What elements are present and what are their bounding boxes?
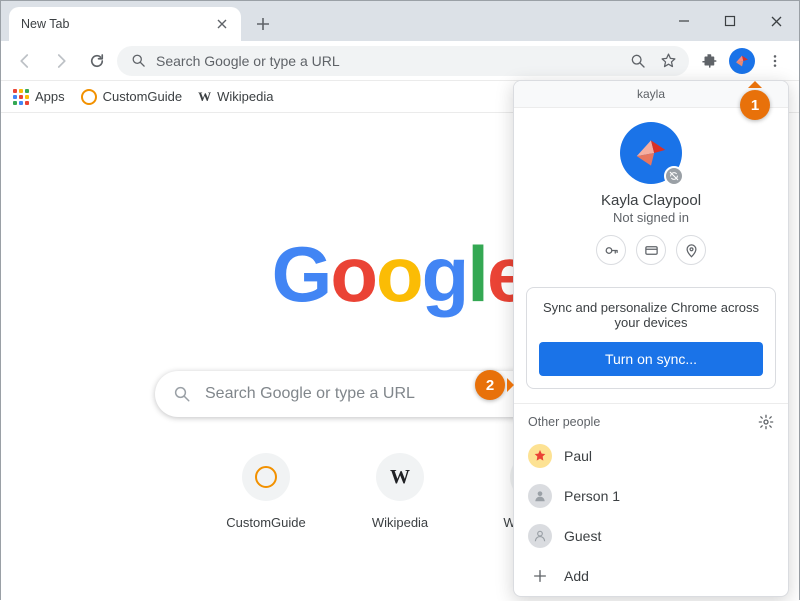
tab-strip: New Tab (1, 1, 799, 41)
close-tab-icon[interactable] (215, 17, 229, 31)
customguide-icon (242, 453, 290, 501)
shortcut-customguide[interactable]: CustomGuide (218, 453, 314, 530)
callout-step-1: 1 (740, 90, 770, 120)
new-tab-button[interactable] (249, 10, 277, 38)
profile-popover: kayla Kayla Claypool Not signed in Sync … (513, 80, 789, 597)
profile-button[interactable] (729, 48, 755, 74)
bookmark-label: CustomGuide (103, 89, 182, 104)
profile-item-label: Add (564, 568, 589, 584)
sync-message: Sync and personalize Chrome across your … (539, 300, 763, 330)
address-bar-placeholder: Search Google or type a URL (156, 53, 340, 69)
maximize-button[interactable] (707, 4, 753, 38)
bookmark-label: Wikipedia (217, 89, 273, 104)
avatar-icon (528, 444, 552, 468)
profile-avatar (620, 122, 682, 184)
bookmark-star-icon[interactable] (655, 48, 681, 74)
reload-button[interactable] (81, 45, 113, 77)
tab-active[interactable]: New Tab (9, 7, 241, 41)
search-icon (173, 385, 191, 403)
profile-name: Kayla Claypool (530, 192, 772, 209)
profile-item-guest[interactable]: Guest (514, 516, 788, 556)
ntp-search-placeholder: Search Google or type a URL (205, 385, 415, 403)
manage-people-gear-icon[interactable] (758, 414, 774, 430)
other-people-header: Other people (528, 415, 600, 429)
payments-icon[interactable] (636, 235, 666, 265)
bookmark-customguide[interactable]: CustomGuide (81, 89, 182, 105)
apps-shortcut[interactable]: Apps (13, 89, 65, 105)
zoom-icon[interactable] (625, 48, 651, 74)
plus-icon (528, 564, 552, 588)
profile-item-paul[interactable]: Paul (514, 436, 788, 476)
profile-item-person1[interactable]: Person 1 (514, 476, 788, 516)
profile-item-add[interactable]: Add (514, 556, 788, 596)
sync-off-badge-icon (664, 166, 684, 186)
window-controls (661, 1, 799, 41)
sync-card: Sync and personalize Chrome across your … (526, 287, 776, 389)
forward-button[interactable] (45, 45, 77, 77)
apps-grid-icon (13, 89, 29, 105)
menu-button[interactable] (759, 45, 791, 77)
profile-item-label: Guest (564, 528, 601, 544)
addresses-icon[interactable] (676, 235, 706, 265)
origami-bird-icon (734, 53, 750, 69)
bookmark-wikipedia[interactable]: W Wikipedia (198, 89, 273, 105)
profile-item-label: Paul (564, 448, 592, 464)
tab-title: New Tab (21, 17, 69, 31)
back-button[interactable] (9, 45, 41, 77)
profile-status: Not signed in (530, 210, 772, 225)
guest-icon (528, 524, 552, 548)
turn-on-sync-button[interactable]: Turn on sync... (539, 342, 763, 376)
callout-step-2: 2 (475, 370, 505, 400)
extensions-icon[interactable] (693, 45, 725, 77)
origami-bird-icon (632, 134, 670, 172)
shortcut-label: Wikipedia (372, 515, 428, 530)
passwords-icon[interactable] (596, 235, 626, 265)
close-window-button[interactable] (753, 4, 799, 38)
minimize-button[interactable] (661, 4, 707, 38)
shortcut-label: CustomGuide (226, 515, 305, 530)
search-icon (131, 53, 146, 68)
apps-label: Apps (35, 89, 65, 104)
browser-toolbar: Search Google or type a URL (1, 41, 799, 81)
wikipedia-icon: W (376, 453, 424, 501)
google-logo: Google (272, 229, 529, 320)
address-bar[interactable]: Search Google or type a URL (117, 46, 689, 76)
shortcut-wikipedia[interactable]: W Wikipedia (352, 453, 448, 530)
avatar-icon (528, 484, 552, 508)
profile-item-label: Person 1 (564, 488, 620, 504)
customguide-icon (81, 89, 97, 105)
